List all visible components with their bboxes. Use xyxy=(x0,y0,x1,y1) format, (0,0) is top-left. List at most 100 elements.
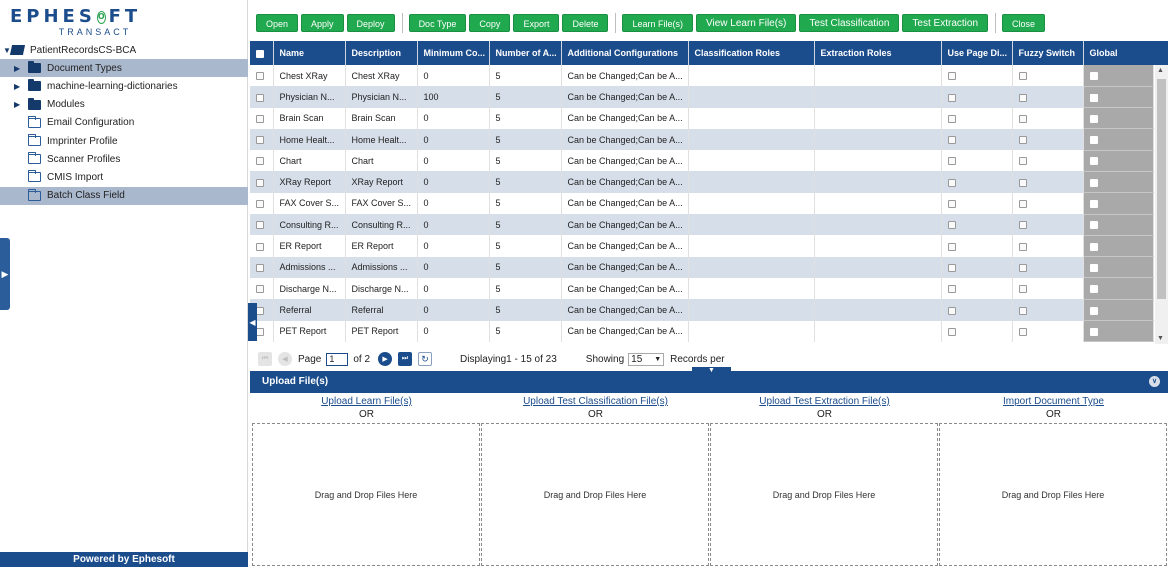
panel-splitter-handle[interactable]: ▼ xyxy=(692,367,731,375)
test-classification-button[interactable]: Test Classification xyxy=(799,14,900,32)
select-all-header[interactable] xyxy=(250,41,274,65)
tree-item-cmis-import[interactable]: CMIS Import xyxy=(0,168,248,186)
caret-right-icon[interactable]: ▶ xyxy=(14,82,22,91)
row-select-cell[interactable] xyxy=(250,128,274,151)
cell-extraction-roles[interactable] xyxy=(814,171,942,193)
table-row[interactable]: Physician N... Physician N... 100 5 Can be C… xyxy=(250,86,1154,109)
cell-extraction-roles[interactable] xyxy=(814,299,942,321)
column-header-extraction-roles[interactable]: Extraction Roles xyxy=(814,41,942,65)
apply-button[interactable]: Apply xyxy=(301,14,344,32)
row-checkbox[interactable] xyxy=(256,263,264,272)
column-header-additional-configurations[interactable]: Additional Configurations xyxy=(561,41,689,65)
cell-extraction-roles[interactable] xyxy=(814,65,942,87)
row-checkbox[interactable] xyxy=(256,221,264,230)
column-header-minimum-confidence[interactable]: Minimum Co... xyxy=(417,41,490,65)
first-page-icon[interactable]: ⏮ xyxy=(258,352,272,366)
table-row[interactable]: Referral Referral 0 5 Can be Changed;Can be … xyxy=(250,299,1154,322)
row-checkbox[interactable] xyxy=(256,242,264,251)
use-page-distribution-checkbox[interactable] xyxy=(947,306,956,315)
use-page-distribution-checkbox[interactable] xyxy=(947,157,956,166)
row-select-cell[interactable] xyxy=(250,214,274,236)
collapse-tree-button[interactable]: ◀ xyxy=(248,303,257,341)
learn-files-drop-zone[interactable]: Drag and Drop Files Here xyxy=(252,423,480,566)
open-button[interactable]: Open xyxy=(256,14,299,32)
global-checkbox[interactable] xyxy=(1089,221,1098,230)
column-header-classification-roles[interactable]: Classification Roles xyxy=(688,41,815,65)
global-checkbox[interactable] xyxy=(1089,306,1098,315)
global-checkbox[interactable] xyxy=(1089,157,1098,166)
use-page-distribution-checkbox[interactable] xyxy=(947,327,956,336)
table-row[interactable]: Chest XRay Chest XRay 0 5 Can be Changed;Can… xyxy=(250,65,1154,87)
row-checkbox[interactable] xyxy=(256,114,264,123)
fuzzy-switch-checkbox[interactable] xyxy=(1018,327,1027,336)
expand-side-panel-button[interactable]: ▶ xyxy=(0,238,10,310)
export-button[interactable]: Export xyxy=(513,14,560,32)
cell-extraction-roles[interactable] xyxy=(814,192,942,215)
cell-extraction-roles[interactable] xyxy=(814,277,942,300)
use-page-distribution-checkbox[interactable] xyxy=(947,72,956,81)
row-select-cell[interactable] xyxy=(250,277,274,300)
tree-item-imprinter-profile[interactable]: Imprinter Profile xyxy=(0,132,248,150)
global-checkbox[interactable] xyxy=(1089,285,1098,294)
upload-learn-files-link[interactable]: Upload Learn File(s) xyxy=(252,395,481,408)
table-row[interactable]: FAX Cover S... FAX Cover S... 0 5 Can be Cha… xyxy=(250,192,1154,215)
fuzzy-switch-checkbox[interactable] xyxy=(1018,72,1027,81)
global-checkbox[interactable] xyxy=(1089,327,1098,336)
delete-button[interactable]: Delete xyxy=(562,14,609,32)
tree-item-batch-class-field[interactable]: Batch Class Field xyxy=(0,186,248,205)
table-row[interactable]: Chart Chart 0 5 Can be Changed;Can be A... xyxy=(250,150,1154,172)
previous-page-icon[interactable]: ◀ xyxy=(278,352,292,366)
cell-classification-roles[interactable] xyxy=(688,150,815,172)
fuzzy-switch-checkbox[interactable] xyxy=(1018,285,1027,294)
fuzzy-switch-checkbox[interactable] xyxy=(1018,263,1027,272)
cell-extraction-roles[interactable] xyxy=(814,86,942,108)
row-select-cell[interactable] xyxy=(250,235,274,257)
use-page-distribution-checkbox[interactable] xyxy=(947,221,956,230)
use-page-distribution-checkbox[interactable] xyxy=(947,114,956,123)
doc-type-button[interactable]: Doc Type xyxy=(408,14,467,32)
row-select-cell[interactable] xyxy=(250,192,274,215)
row-checkbox[interactable] xyxy=(256,306,264,315)
global-checkbox[interactable] xyxy=(1089,72,1098,81)
next-page-icon[interactable]: ▶ xyxy=(378,352,393,366)
row-checkbox[interactable] xyxy=(256,72,264,81)
cell-classification-roles[interactable] xyxy=(688,171,815,193)
collapse-panel-icon[interactable]: ∨ xyxy=(1149,376,1160,387)
last-page-icon[interactable]: ⏭ xyxy=(398,352,413,366)
row-select-cell[interactable] xyxy=(250,86,274,108)
table-row[interactable]: ER Report ER Report 0 5 Can be Changed;Can b… xyxy=(250,235,1154,258)
view-learn-files-button[interactable]: View Learn File(s) xyxy=(695,14,797,32)
row-checkbox[interactable] xyxy=(256,285,264,294)
upload-test-extraction-files-link[interactable]: Upload Test Extraction File(s) xyxy=(710,395,939,408)
table-row[interactable]: XRay Report XRay Report 0 5 Can be Changed;C… xyxy=(250,171,1154,194)
row-select-cell[interactable] xyxy=(250,65,274,87)
scroll-down-icon[interactable]: ▼ xyxy=(1157,335,1164,342)
global-checkbox[interactable] xyxy=(1089,200,1098,209)
table-row[interactable]: Discharge N... Discharge N... 0 5 Can be Cha… xyxy=(250,277,1154,300)
select-all-checkbox[interactable] xyxy=(256,49,264,58)
fuzzy-switch-checkbox[interactable] xyxy=(1018,93,1027,102)
row-checkbox[interactable] xyxy=(256,178,264,187)
use-page-distribution-checkbox[interactable] xyxy=(947,200,956,209)
tree-item-modules[interactable]: ▶ Modules xyxy=(0,96,248,114)
cell-classification-roles[interactable] xyxy=(688,320,815,342)
row-checkbox[interactable] xyxy=(256,136,264,145)
table-row[interactable]: Admissions ... Admissions ... 0 5 Can be Cha… xyxy=(250,256,1154,279)
cell-classification-roles[interactable] xyxy=(688,214,815,236)
table-row[interactable]: Home Healt... Home Healt... 0 5 Can be Chang… xyxy=(250,128,1154,151)
cell-classification-roles[interactable] xyxy=(688,65,815,87)
copy-button[interactable]: Copy xyxy=(469,14,511,32)
fuzzy-switch-checkbox[interactable] xyxy=(1018,306,1027,315)
scrollbar-thumb[interactable] xyxy=(1157,79,1166,299)
row-select-cell[interactable] xyxy=(250,171,274,193)
fuzzy-switch-checkbox[interactable] xyxy=(1018,221,1027,230)
table-row[interactable]: Brain Scan Brain Scan 0 5 Can be Changed;Can… xyxy=(250,107,1154,130)
fuzzy-switch-checkbox[interactable] xyxy=(1018,200,1027,209)
global-checkbox[interactable] xyxy=(1089,114,1098,123)
refresh-icon[interactable]: ↻ xyxy=(418,352,433,366)
use-page-distribution-checkbox[interactable] xyxy=(947,285,956,294)
cell-classification-roles[interactable] xyxy=(688,299,815,321)
fuzzy-switch-checkbox[interactable] xyxy=(1018,136,1027,145)
cell-classification-roles[interactable] xyxy=(688,86,815,108)
table-row[interactable]: Consulting R... Consulting R... 0 5 Can be C… xyxy=(250,214,1154,236)
